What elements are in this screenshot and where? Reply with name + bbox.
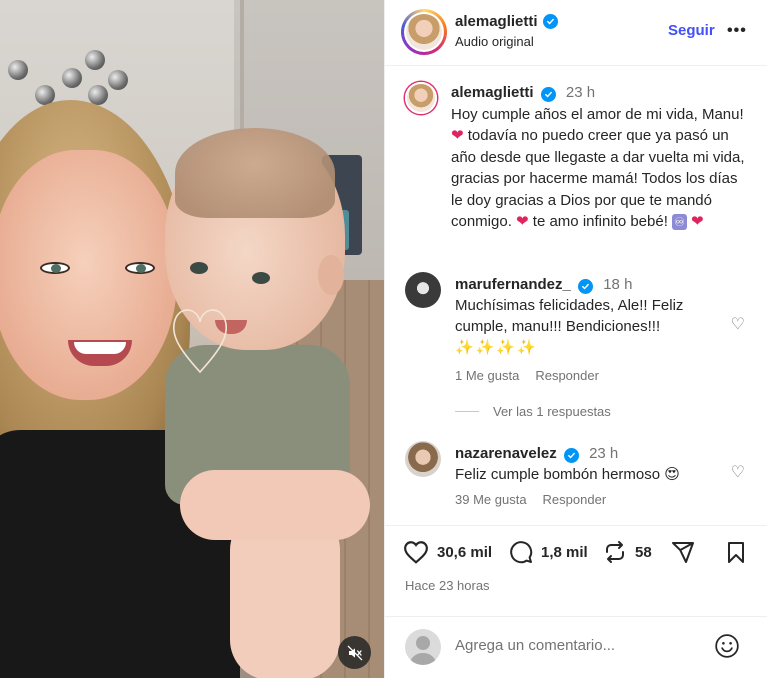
author-avatar[interactable]: [401, 9, 447, 55]
comment-likes-count[interactable]: 1 Me gusta: [455, 368, 519, 383]
caption-text: alemaglietti 23 h Hoy cumple años el amo…: [451, 82, 751, 233]
verified-badge-icon: [540, 87, 556, 102]
caption-body-part-1: Hoy cumple años el amor de mi vida, Manu…: [451, 105, 744, 123]
comment-reply-button[interactable]: Responder: [535, 368, 599, 383]
smiley-icon: [715, 634, 739, 658]
comment-button[interactable]: 1,8 mil: [509, 540, 588, 564]
baby-hair: [175, 128, 335, 218]
post-action-bar: 30,6 mil 1,8 mil 58: [403, 540, 753, 574]
caption-body-part-3: te amo infinito bebé!: [528, 213, 673, 230]
comment-body: Feliz cumple bombón hermoso: [455, 466, 665, 483]
comment-meta: 1 Me gusta Responder: [455, 368, 599, 383]
caption-author-avatar[interactable]: [405, 82, 437, 114]
repost-icon: [606, 541, 624, 563]
commenter-username[interactable]: nazarenavelez: [455, 445, 557, 462]
red-heart-icon: ❤: [451, 127, 464, 144]
verified-badge-icon: [578, 279, 594, 294]
share-paper-plane-icon: [672, 542, 694, 563]
comment-text: nazarenavelez 23 h Feliz cumple bombón h…: [455, 443, 710, 485]
comment-text: marufernandez_ 18 h Muchísimas felicidad…: [455, 274, 710, 358]
post-header: alemaglietti Audio original Seguir •••: [385, 0, 767, 66]
replies-divider: [455, 411, 479, 412]
red-heart-icon: ❤: [691, 213, 704, 230]
infinity-icon: ♾: [672, 214, 687, 230]
view-replies-button[interactable]: Ver las 1 respuestas: [455, 404, 611, 419]
post-media[interactable]: [0, 0, 384, 678]
audio-label[interactable]: Audio original: [455, 34, 534, 49]
author-username[interactable]: alemaglietti: [455, 13, 538, 30]
comment-body: Muchísimas felicidades, Ale!! Feliz cump…: [455, 297, 684, 335]
baby-eye-right: [252, 272, 270, 284]
save-button[interactable]: [725, 540, 747, 564]
divider: [385, 525, 767, 526]
heart-icon: [404, 541, 428, 564]
verified-badge-icon: [563, 448, 579, 463]
baby-eye-left: [190, 262, 208, 274]
reposts-count[interactable]: 58: [635, 544, 652, 561]
comment-like-heart-icon[interactable]: ♡: [731, 462, 745, 482]
post-details-panel: alemaglietti Audio original Seguir ••• a…: [384, 0, 767, 678]
heart-eyes-emoji-icon: 😍: [664, 466, 680, 483]
red-heart-icon: ❤: [516, 213, 529, 230]
commenter-username[interactable]: marufernandez_: [455, 276, 571, 293]
bookmark-icon: [728, 542, 744, 563]
woman-eye-right: [125, 262, 155, 274]
baby-ear: [318, 255, 344, 295]
caption-time[interactable]: 23 h: [566, 84, 595, 101]
follow-button[interactable]: Seguir: [668, 22, 715, 39]
comment-like-heart-icon[interactable]: ♡: [731, 314, 745, 334]
verified-badge-icon: [542, 14, 558, 29]
caption-username[interactable]: alemaglietti: [451, 84, 534, 101]
woman-teeth: [74, 342, 126, 354]
commenter-avatar[interactable]: [405, 272, 441, 308]
current-user-avatar: [405, 629, 441, 665]
more-options-button[interactable]: •••: [727, 22, 747, 40]
sparkles-icon: ✨✨✨✨: [455, 339, 538, 356]
mute-audio-button[interactable]: [338, 636, 371, 669]
add-comment-input[interactable]: [455, 637, 695, 654]
comment-bubble-icon: [510, 541, 533, 564]
repost-button[interactable]: 58: [603, 540, 652, 564]
like-button[interactable]: 30,6 mil: [403, 540, 492, 564]
comment-likes-count[interactable]: 39 Me gusta: [455, 492, 527, 507]
comment-reply-button[interactable]: Responder: [543, 492, 607, 507]
woman-hand: [180, 470, 370, 540]
commenter-avatar[interactable]: [405, 441, 441, 477]
speaker-muted-icon: [347, 645, 362, 660]
emoji-picker-button[interactable]: [714, 633, 740, 664]
comments-count[interactable]: 1,8 mil: [541, 544, 588, 561]
comment-time[interactable]: 18 h: [603, 276, 632, 293]
comment-item: marufernandez_ 18 h Muchísimas felicidad…: [405, 272, 755, 392]
comment-meta: 39 Me gusta Responder: [455, 492, 606, 507]
likes-count[interactable]: 30,6 mil: [437, 544, 492, 561]
view-replies-label[interactable]: Ver las 1 respuestas: [493, 404, 611, 419]
woman-eye-left: [40, 262, 70, 274]
posted-time[interactable]: Hace 23 horas: [405, 578, 490, 593]
comment-time[interactable]: 23 h: [589, 445, 618, 462]
divider: [385, 616, 767, 617]
share-button[interactable]: [671, 540, 695, 564]
author-username-link[interactable]: alemaglietti: [455, 13, 558, 30]
comment-item: nazarenavelez 23 h Feliz cumple bombón h…: [405, 441, 755, 521]
heart-doodle-icon: [173, 309, 227, 374]
